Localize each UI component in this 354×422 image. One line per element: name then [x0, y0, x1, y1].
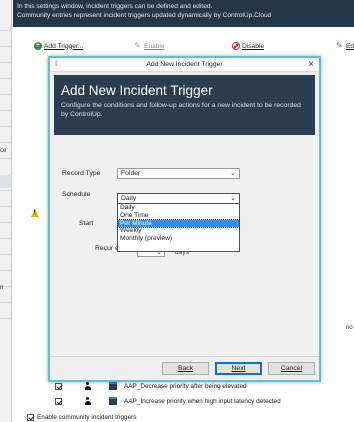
left-pane: ce n — [0, 0, 12, 422]
pencil-icon: ✎ — [134, 41, 141, 50]
right-fragment: no — [346, 325, 353, 331]
disable-button[interactable]: Disable — [232, 42, 264, 50]
add-icon: + — [34, 42, 42, 50]
chevron-down-icon: ⌄ — [230, 195, 236, 202]
left-pane-selected-item[interactable] — [0, 175, 12, 188]
community-toggle[interactable]: Enable community incident triggers — [27, 414, 136, 421]
close-icon[interactable]: × — [308, 59, 314, 70]
dialog-banner: Add New Incident Trigger Configure the c… — [54, 75, 315, 135]
toolbar: + Add Trigger... ✎ Enable Disable ✎ Ed — [13, 40, 354, 54]
cancel-button[interactable]: Cancel — [268, 362, 315, 375]
banner-heading: Add New Incident Trigger — [61, 83, 213, 98]
edit-button[interactable]: ✎ Ed — [336, 42, 354, 50]
schedule-option[interactable]: Monthly (preview) — [118, 235, 239, 243]
schedule-label: Schedule — [62, 191, 91, 198]
add-trigger-button[interactable]: + Add Trigger... — [34, 42, 83, 50]
schedule-option[interactable]: One Time — [118, 212, 239, 220]
user-icon — [84, 397, 91, 405]
dialog-button-bar: Back Next Cancel — [50, 356, 319, 380]
chevron-down-icon: ⌄ — [230, 170, 236, 177]
row-name: AAP_Decrease priority after being elevat… — [124, 382, 247, 390]
left-pane-label: ce — [0, 148, 7, 154]
row-checkbox[interactable] — [55, 397, 62, 405]
header-line-2: Community entries represent incident tri… — [17, 11, 272, 19]
left-pane-label-2: n — [0, 285, 4, 291]
settings-header: In this settings window, incident trigge… — [13, 0, 354, 27]
edit-icon: ✎ — [336, 41, 343, 50]
community-checkbox[interactable] — [27, 414, 34, 421]
dialog-title: Add New Incident Trigger — [146, 61, 223, 68]
server-icon — [109, 382, 117, 390]
row-checkbox[interactable] — [55, 382, 62, 390]
record-type-label: Record Type — [62, 170, 101, 177]
next-button[interactable]: Next — [215, 362, 262, 375]
row-name: AAP_Increase priority when high input la… — [124, 397, 281, 405]
schedule-dropdown-list[interactable]: Daily One Time Per Minute Weekly Monthly… — [117, 204, 240, 252]
header-line-1: In this settings window, incident trigge… — [17, 3, 213, 10]
table-row[interactable]: AAP_Decrease priority after being elevat… — [55, 381, 247, 391]
disable-icon — [232, 42, 240, 50]
banner-description: Configure the conditions and follow-up a… — [61, 102, 301, 118]
start-label: Start — [79, 220, 94, 227]
schedule-option[interactable]: Weekly — [118, 227, 239, 235]
record-type-select[interactable]: Folder ⌄ — [117, 168, 240, 179]
schedule-select[interactable]: Daily ⌄ — [117, 193, 240, 204]
enable-button[interactable]: ✎ Enable — [134, 42, 165, 50]
schedule-option-highlighted[interactable]: Per Minute — [117, 218, 240, 229]
dialog-titlebar[interactable]: ⁞⁞ Add New Incident Trigger × — [50, 58, 319, 72]
back-button[interactable]: Back — [162, 362, 209, 375]
table-row[interactable]: AAP_Increase priority when high input la… — [55, 396, 281, 406]
schedule-option[interactable]: Daily — [118, 204, 239, 212]
server-icon — [109, 397, 117, 405]
user-icon — [84, 382, 91, 390]
add-trigger-dialog: ⁞⁞ Add New Incident Trigger × Add New In… — [48, 56, 321, 382]
